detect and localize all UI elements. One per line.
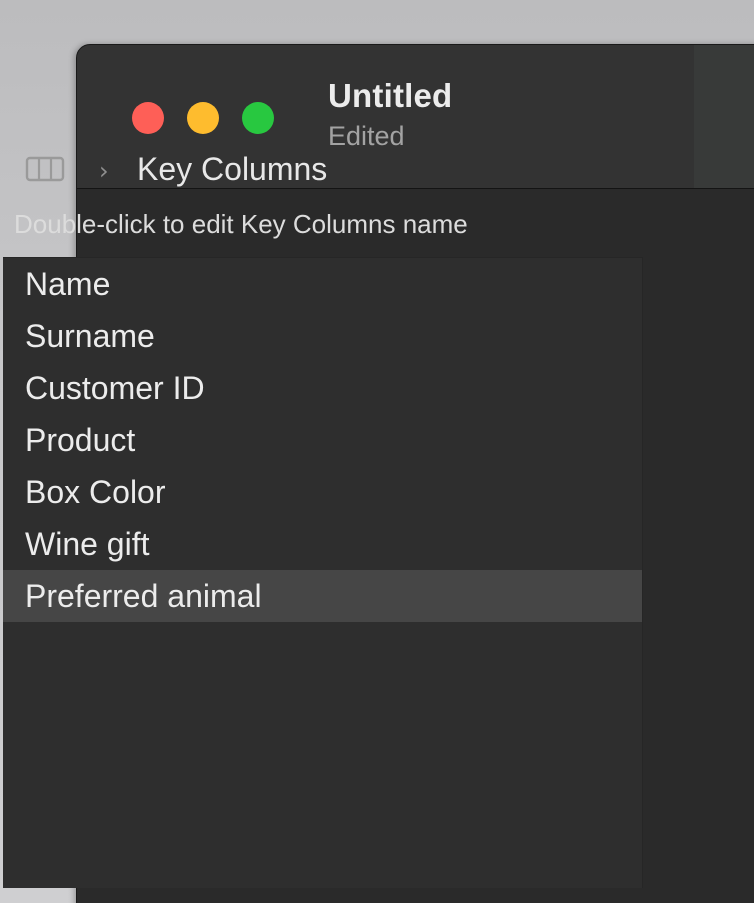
list-item[interactable]: Wine gift (3, 518, 642, 570)
list-item[interactable]: Box Color (3, 466, 642, 518)
breadcrumb-label[interactable]: Key Columns (137, 151, 327, 188)
key-columns-list[interactable]: Name Surname Customer ID Product Box Col… (3, 257, 643, 888)
list-item-selected[interactable]: Preferred animal (3, 570, 642, 622)
document-status: Edited (328, 121, 405, 151)
toolbar-area (694, 45, 754, 188)
edit-hint-text: Double-click to edit Key Columns name (14, 209, 468, 239)
zoom-button[interactable] (242, 102, 274, 134)
list-item[interactable]: Customer ID (3, 362, 642, 414)
window-title[interactable]: Untitled (328, 77, 452, 115)
close-button[interactable] (132, 102, 164, 134)
minimize-button[interactable] (187, 102, 219, 134)
list-item[interactable]: Name (3, 258, 642, 310)
chevron-right-icon: › (99, 157, 109, 185)
list-item[interactable]: Surname (3, 310, 642, 362)
sidebar-toggle-icon[interactable] (25, 155, 65, 183)
list-item[interactable]: Product (3, 414, 642, 466)
